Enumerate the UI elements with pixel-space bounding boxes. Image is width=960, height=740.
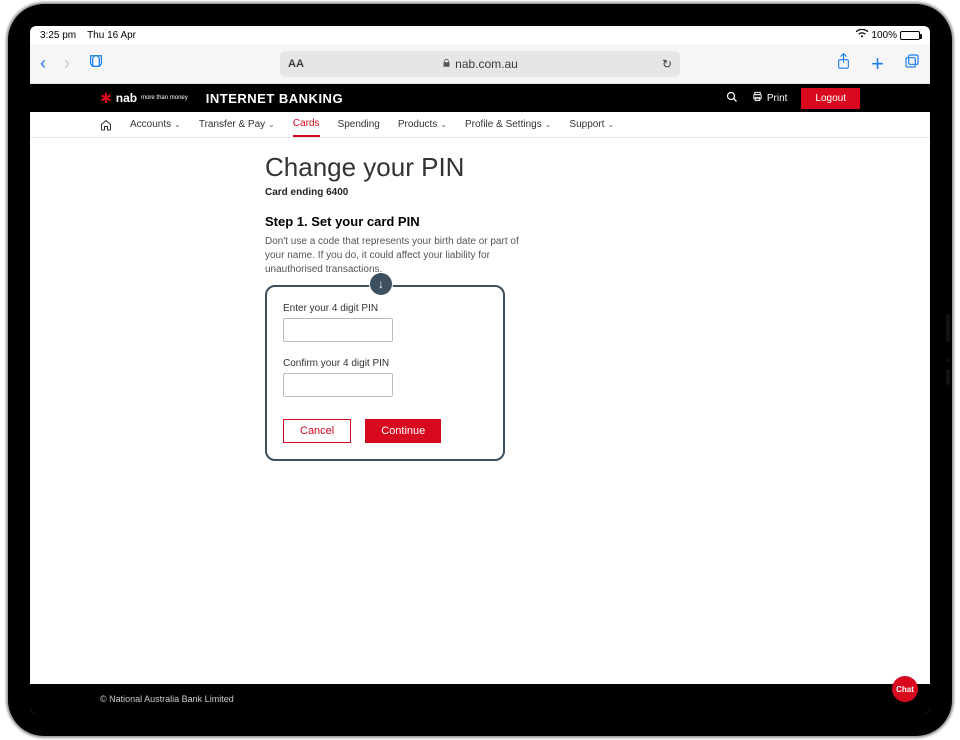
app-title: INTERNET BANKING xyxy=(206,91,343,106)
device-button xyxy=(946,359,950,362)
chat-button[interactable]: Chat xyxy=(892,676,918,702)
brand-name: nab xyxy=(116,91,137,105)
main-content: Change your PIN Card ending 6400 Step 1.… xyxy=(30,138,930,684)
pin-field-label: Enter your 4 digit PIN xyxy=(283,303,487,314)
pin-input[interactable] xyxy=(283,318,393,342)
nav-support[interactable]: Support ⌄ xyxy=(569,112,614,137)
nab-star-icon: ✱ xyxy=(100,90,112,107)
chevron-down-icon: ⌄ xyxy=(607,120,614,129)
nav-accounts[interactable]: Accounts ⌄ xyxy=(130,112,181,137)
lock-icon xyxy=(442,57,451,71)
annotation-marker: ↓ xyxy=(370,273,392,295)
logout-button[interactable]: Logout xyxy=(801,88,860,109)
print-label: Print xyxy=(767,93,788,104)
chevron-down-icon: ⌄ xyxy=(174,120,181,129)
card-subtitle: Card ending 6400 xyxy=(265,187,805,198)
continue-button[interactable]: Continue xyxy=(365,419,441,443)
bookmarks-button[interactable] xyxy=(88,53,104,74)
footer-copyright: © National Australia Bank Limited xyxy=(100,694,234,704)
status-left: 3:25 pm Thu 16 Apr xyxy=(40,30,136,41)
nav-label: Spending xyxy=(338,119,380,130)
secondary-nav: Accounts ⌄ Transfer & Pay ⌄ Cards Spendi… xyxy=(30,112,930,138)
confirm-pin-label: Confirm your 4 digit PIN xyxy=(283,358,487,369)
device-button xyxy=(946,369,950,385)
device-button xyxy=(946,314,950,342)
nav-spending[interactable]: Spending xyxy=(338,112,380,137)
text-size-button[interactable]: AA xyxy=(288,58,304,70)
tabs-button[interactable] xyxy=(904,53,920,74)
step-heading: Step 1. Set your card PIN xyxy=(265,214,805,229)
nav-profile-settings[interactable]: Profile & Settings ⌄ xyxy=(465,112,551,137)
nav-products[interactable]: Products ⌄ xyxy=(398,112,447,137)
nav-label: Transfer & Pay xyxy=(199,119,265,130)
safari-toolbar: ‹ › AA nab.com.au ↻ + xyxy=(30,44,930,84)
nab-logo[interactable]: ✱ nab more than money xyxy=(100,90,188,107)
cancel-button[interactable]: Cancel xyxy=(283,419,351,443)
status-date: Thu 16 Apr xyxy=(87,30,136,41)
nav-label: Support xyxy=(569,119,604,130)
print-link[interactable]: Print xyxy=(752,91,788,105)
nav-label: Products xyxy=(398,119,437,130)
chevron-down-icon: ⌄ xyxy=(545,120,552,129)
print-icon xyxy=(752,91,763,105)
reload-button[interactable]: ↻ xyxy=(662,57,672,71)
url-bar[interactable]: AA nab.com.au ↻ xyxy=(280,51,680,77)
home-icon-link[interactable] xyxy=(100,112,112,137)
forward-button[interactable]: › xyxy=(64,53,70,74)
nav-label: Accounts xyxy=(130,119,171,130)
bank-footer: © National Australia Bank Limited Chat xyxy=(30,684,930,714)
status-right: 100% xyxy=(856,29,920,41)
chevron-down-icon: ⌄ xyxy=(268,120,275,129)
help-text: Don't use a code that represents your bi… xyxy=(265,235,525,277)
brand-tagline: more than money xyxy=(141,95,188,101)
confirm-pin-input[interactable] xyxy=(283,373,393,397)
arrow-down-icon: ↓ xyxy=(378,277,384,291)
tablet-device-frame: 3:25 pm Thu 16 Apr 100% ‹ › xyxy=(8,4,952,736)
nav-transfer-pay[interactable]: Transfer & Pay ⌄ xyxy=(199,112,275,137)
bank-header: ✱ nab more than money INTERNET BANKING P… xyxy=(30,84,930,112)
status-time: 3:25 pm xyxy=(40,30,76,41)
url-host: nab.com.au xyxy=(455,57,518,71)
pin-form: Enter your 4 digit PIN Confirm your 4 di… xyxy=(265,285,505,461)
share-button[interactable] xyxy=(836,53,851,75)
chevron-down-icon: ⌄ xyxy=(440,120,447,129)
new-tab-button[interactable]: + xyxy=(871,51,884,77)
battery-icon xyxy=(900,31,920,40)
page-title: Change your PIN xyxy=(265,152,805,183)
chat-label: Chat xyxy=(896,685,914,694)
nav-label: Profile & Settings xyxy=(465,119,542,130)
wifi-icon xyxy=(856,29,868,41)
nav-cards[interactable]: Cards xyxy=(293,112,320,137)
nav-label: Cards xyxy=(293,118,320,129)
battery-percent: 100% xyxy=(871,30,897,41)
back-button[interactable]: ‹ xyxy=(40,53,46,74)
ios-status-bar: 3:25 pm Thu 16 Apr 100% xyxy=(30,26,930,44)
search-icon[interactable] xyxy=(726,91,738,106)
tablet-screen: 3:25 pm Thu 16 Apr 100% ‹ › xyxy=(30,26,930,714)
